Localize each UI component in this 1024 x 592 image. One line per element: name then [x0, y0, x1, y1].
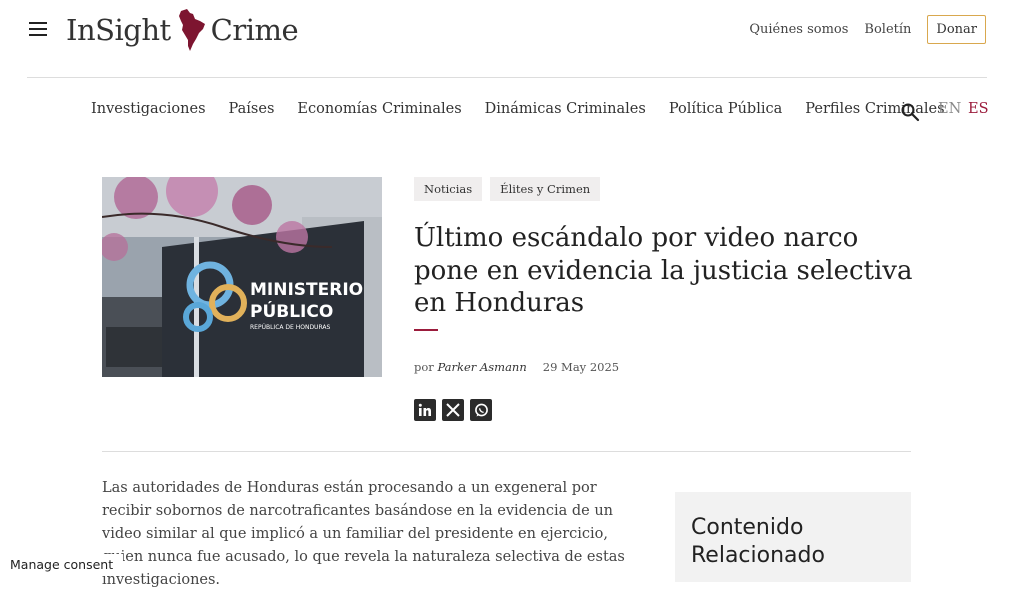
search-icon[interactable] [900, 102, 920, 122]
lang-es-link[interactable]: ES [968, 101, 989, 117]
nav-item-investigaciones[interactable]: Investigaciones [91, 101, 206, 117]
share-buttons [414, 399, 492, 421]
tag-noticias[interactable]: Noticias [414, 177, 483, 201]
menu-icon[interactable] [27, 20, 49, 38]
nav-item-paises[interactable]: Países [229, 101, 275, 117]
newsletter-link[interactable]: Boletín [864, 22, 911, 37]
x-icon[interactable] [442, 399, 464, 421]
latin-america-map-icon [178, 9, 205, 51]
linkedin-icon[interactable] [414, 399, 436, 421]
article-tags: Noticias Élites y Crimen [414, 177, 601, 201]
related-content-title: Contenido Relacionado [691, 515, 825, 568]
byline-author-block: por Parker Asmann [414, 360, 527, 374]
article-hero-image: MINISTERIO PÚBLICO REPÚBLICA DE HONDURAS [102, 177, 382, 377]
title-accent-rule [414, 329, 438, 331]
author-link[interactable]: Parker Asmann [437, 360, 526, 374]
article-title: Último escándalo por video narco pone en… [414, 223, 913, 318]
lang-en-link[interactable]: EN [938, 101, 961, 117]
sign-text-line3: REPÚBLICA DE HONDURAS [250, 324, 330, 331]
logo-text-left: InSight [66, 13, 171, 47]
site-logo[interactable]: InSight Crime [66, 6, 299, 54]
sign-text-line1: MINISTERIO [250, 280, 363, 300]
main-nav: Investigaciones Países Economías Crimina… [91, 101, 945, 117]
article-byline: por Parker Asmann 29 May 2025 [414, 360, 619, 374]
top-links: Quiénes somos Boletín Donar [749, 15, 986, 44]
logo-text-right: Crime [210, 13, 299, 47]
donate-button[interactable]: Donar [927, 15, 986, 44]
nav-item-dinamicas[interactable]: Dinámicas Criminales [485, 101, 646, 117]
nav-item-economias[interactable]: Economías Criminales [297, 101, 461, 117]
article-divider [102, 451, 911, 452]
manage-consent-button[interactable]: Manage consent [0, 554, 124, 575]
byline-prefix: por [414, 360, 434, 374]
nav-item-perfiles[interactable]: Perfiles Criminales [805, 101, 944, 117]
about-link[interactable]: Quiénes somos [749, 22, 848, 37]
nav-item-politica[interactable]: Política Pública [669, 101, 782, 117]
article-date: 29 May 2025 [542, 360, 620, 374]
whatsapp-icon[interactable] [470, 399, 492, 421]
related-content-box: Contenido Relacionado [675, 492, 911, 582]
article-lead: Las autoridades de Honduras están proces… [102, 480, 625, 588]
sign-text-line2: PÚBLICO [250, 300, 333, 322]
header-divider [27, 77, 987, 78]
tag-elites-crimen[interactable]: Élites y Crimen [490, 177, 601, 201]
